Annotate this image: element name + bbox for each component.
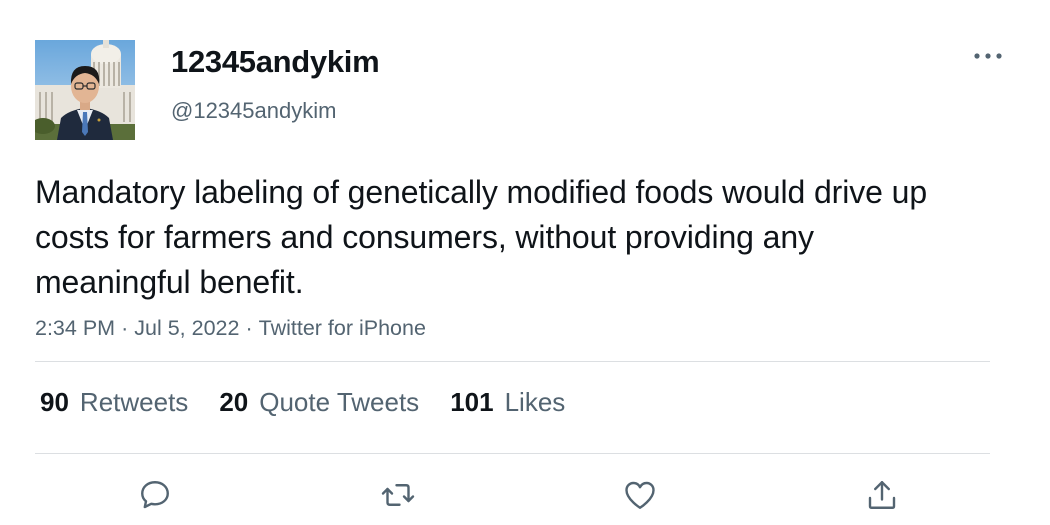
upload-share-icon: [868, 481, 896, 509]
more-dots-icon: [974, 53, 1002, 59]
divider: [35, 361, 990, 362]
retweet-arrows-icon: [381, 484, 415, 506]
reply-button[interactable]: [130, 470, 180, 520]
quote-tweets-stat[interactable]: 20 Quote Tweets: [219, 387, 419, 418]
separator: ·: [121, 316, 129, 340]
quote-tweets-count: 20: [219, 387, 249, 417]
likes-stat[interactable]: 101 Likes: [450, 387, 565, 418]
likes-count: 101: [450, 387, 494, 417]
retweet-button[interactable]: [373, 470, 423, 520]
avatar[interactable]: [35, 40, 135, 140]
user-handle[interactable]: @12345andykim: [171, 98, 336, 124]
divider: [35, 453, 990, 454]
retweets-stat[interactable]: 90 Retweets: [40, 387, 188, 418]
more-options-button[interactable]: [966, 42, 1010, 70]
display-name[interactable]: 12345andykim: [171, 44, 380, 80]
speech-bubble-icon: [141, 481, 169, 509]
quote-tweets-label: Quote Tweets: [259, 387, 420, 417]
profile-photo: [35, 40, 135, 140]
separator: ·: [245, 316, 253, 340]
retweets-count: 90: [40, 387, 69, 417]
share-button[interactable]: [857, 470, 907, 520]
heart-icon: [625, 481, 655, 509]
tweet-date[interactable]: Jul 5, 2022: [134, 316, 239, 340]
like-button[interactable]: [615, 470, 665, 520]
engagement-stats: 90 Retweets 20 Quote Tweets 101 Likes: [40, 387, 596, 418]
tweet-source[interactable]: Twitter for iPhone: [259, 316, 426, 340]
tweet-text: Mandatory labeling of genetically modifi…: [35, 174, 928, 300]
tweet-time[interactable]: 2:34 PM: [35, 316, 115, 340]
tweet-card: 12345andykim @12345andykim Mandatory lab…: [0, 0, 1050, 525]
retweets-label: Retweets: [79, 387, 189, 417]
tweet-metadata: 2:34 PM · Jul 5, 2022 · Twitter for iPhone: [35, 316, 426, 341]
likes-label: Likes: [504, 387, 566, 417]
